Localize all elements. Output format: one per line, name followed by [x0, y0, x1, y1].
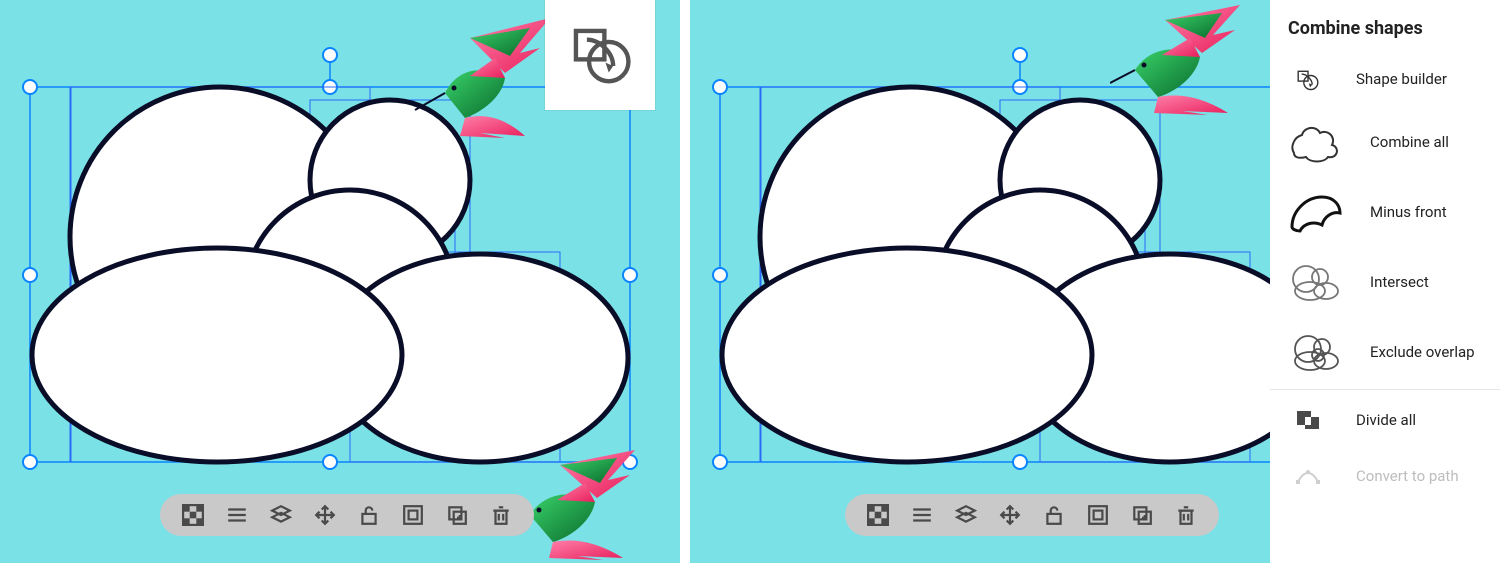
- duplicate-icon[interactable]: [1131, 504, 1153, 526]
- hummingbird-decoration: [410, 18, 550, 138]
- combine-item-label: Divide all: [1356, 411, 1416, 429]
- duplicate-icon[interactable]: [446, 504, 468, 526]
- canvas-panel-left[interactable]: [0, 0, 680, 563]
- unlock-icon[interactable]: [358, 504, 380, 526]
- combine-item-exclude-overlap[interactable]: Exclude overlap: [1270, 317, 1500, 387]
- combine-item-label: Combine all: [1370, 133, 1449, 151]
- transparency-grid-icon[interactable]: [867, 504, 889, 526]
- cloud-ellipses[interactable]: [722, 87, 1270, 462]
- combine-item-divide-all[interactable]: Divide all: [1270, 392, 1500, 448]
- combine-all-icon: [1288, 119, 1342, 165]
- canvas-panel-right[interactable]: [690, 0, 1270, 563]
- shape-builder-icon: [565, 20, 635, 90]
- intersect-icon: [1288, 259, 1342, 305]
- shape-builder-tool-callout: [545, 0, 655, 110]
- combine-item-minus-front[interactable]: Minus front: [1270, 177, 1500, 247]
- combine-item-label: Intersect: [1370, 273, 1429, 291]
- move-icon[interactable]: [999, 504, 1021, 526]
- context-toolbar: [160, 494, 534, 536]
- stroke-options-icon[interactable]: [911, 504, 933, 526]
- transparency-grid-icon[interactable]: [182, 504, 204, 526]
- move-icon[interactable]: [314, 504, 336, 526]
- cloud-ellipses[interactable]: [32, 87, 628, 462]
- combine-item-convert-to-path: Convert to path: [1270, 448, 1500, 504]
- combine-shapes-title: Combine shapes: [1270, 0, 1500, 51]
- combine-item-label: Minus front: [1370, 203, 1447, 221]
- app-root: Combine shapes Shape builder Combine all…: [0, 0, 1500, 563]
- shape-builder-icon: [1288, 56, 1328, 102]
- group-icon[interactable]: [402, 504, 424, 526]
- combine-item-shape-builder[interactable]: Shape builder: [1270, 51, 1500, 107]
- minus-front-icon: [1288, 189, 1342, 235]
- hummingbird-decoration: [1110, 5, 1260, 115]
- combine-shapes-panel: Combine shapes Shape builder Combine all…: [1270, 0, 1500, 563]
- divide-all-icon: [1288, 397, 1328, 443]
- stroke-options-icon[interactable]: [226, 504, 248, 526]
- panel-divider: [680, 0, 690, 563]
- context-toolbar: [845, 494, 1219, 536]
- separator: [1270, 389, 1500, 390]
- delete-icon[interactable]: [1175, 504, 1197, 526]
- combine-item-combine-all[interactable]: Combine all: [1270, 107, 1500, 177]
- unlock-icon[interactable]: [1043, 504, 1065, 526]
- combine-item-label: Exclude overlap: [1370, 343, 1475, 361]
- combine-item-label: Convert to path: [1356, 467, 1459, 485]
- arrange-layers-icon[interactable]: [270, 504, 292, 526]
- arrange-layers-icon[interactable]: [955, 504, 977, 526]
- convert-to-path-icon: [1288, 453, 1328, 499]
- exclude-overlap-icon: [1288, 329, 1342, 375]
- combine-item-intersect[interactable]: Intersect: [1270, 247, 1500, 317]
- combine-item-label: Shape builder: [1356, 70, 1447, 88]
- delete-icon[interactable]: [490, 504, 512, 526]
- group-icon[interactable]: [1087, 504, 1109, 526]
